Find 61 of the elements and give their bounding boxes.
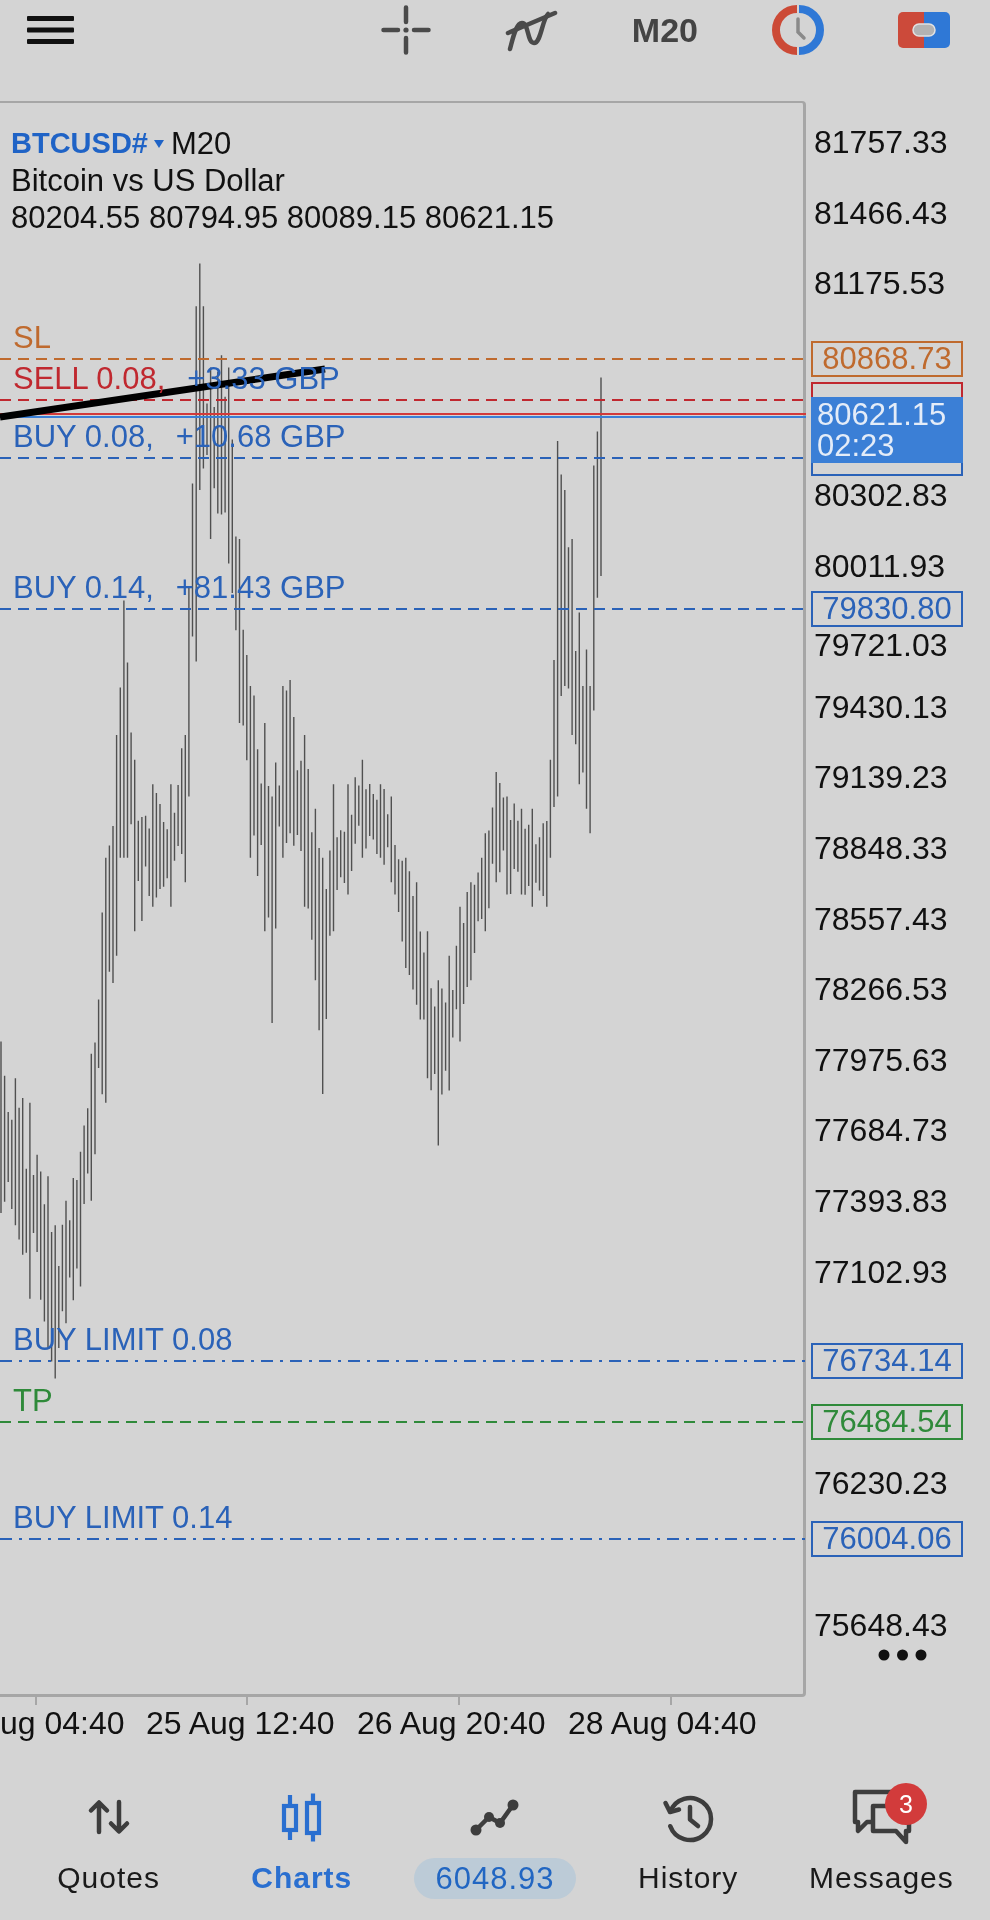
- buy-limit-line[interactable]: [0, 1537, 806, 1541]
- order-label: BUY 0.08,: [13, 419, 154, 455]
- time-axis-label: 28 Aug 04:40: [568, 1705, 757, 1741]
- price-tag: 76734.14: [811, 1343, 963, 1379]
- price-axis-label: 81466.43: [814, 194, 948, 231]
- bar-countdown: 02:23: [817, 430, 895, 461]
- price-axis-label: 78266.53: [814, 971, 948, 1008]
- price-tag: 76484.54: [811, 1404, 963, 1440]
- buy-order-line[interactable]: [0, 456, 806, 460]
- price-axis-label: 77975.63: [814, 1041, 948, 1078]
- symbol-selector[interactable]: BTCUSD#: [11, 125, 164, 162]
- symbol-description: Bitcoin vs US Dollar: [11, 162, 286, 199]
- candlestick-icon: [281, 1792, 323, 1842]
- price-axis-label: 81757.33: [814, 124, 948, 160]
- price-tag: 76004.06: [811, 1521, 963, 1557]
- price-axis-label: 78848.33: [814, 830, 948, 866]
- price-tag: 80868.73: [811, 341, 963, 377]
- price-axis-label: 75648.43: [814, 1606, 948, 1643]
- price-axis-label: 76230.23: [814, 1465, 948, 1502]
- menu-icon[interactable]: [27, 16, 74, 44]
- order-label: TP: [13, 1383, 53, 1419]
- time-axis-label: ug 04:40: [0, 1705, 125, 1741]
- clock-icon[interactable]: [772, 4, 824, 56]
- price-axis-label: 79139.23: [814, 759, 948, 796]
- notification-badge: 3: [884, 1783, 927, 1825]
- ohlc-values: 80204.55 80794.95 80089.15 80621.15: [11, 199, 555, 236]
- caret-icon: [153, 139, 164, 148]
- buy-order-line[interactable]: [0, 607, 806, 611]
- time-axis-label: 26 Aug 20:40: [357, 1705, 546, 1741]
- indicator-icon[interactable]: [504, 8, 558, 52]
- up-down-arrows-icon: [86, 1799, 131, 1835]
- sell-order-line[interactable]: [0, 398, 806, 402]
- order-label: BUY 0.14,: [13, 570, 154, 606]
- order-label: SELL 0.08,: [13, 361, 166, 397]
- price-axis-label: 77102.93: [814, 1253, 948, 1290]
- crosshair-icon[interactable]: [380, 5, 431, 55]
- toggle-icon[interactable]: [898, 12, 950, 48]
- more-icon[interactable]: [878, 1649, 927, 1661]
- timeframe-button[interactable]: M20: [631, 10, 698, 50]
- chart-timeframe: M20: [170, 125, 232, 162]
- current-price: 80621.15: [817, 399, 947, 430]
- price-axis-label: 78557.43: [814, 900, 948, 937]
- price-axis-label: 81175.53: [814, 265, 946, 302]
- price-axis-label: 80302.83: [814, 477, 948, 513]
- price-axis-label: 77684.73: [814, 1112, 948, 1149]
- price-axis-label: 79721.03: [814, 627, 948, 664]
- nav-tab[interactable]: Charts: [205, 1777, 399, 1920]
- buy-limit-line[interactable]: [0, 1359, 806, 1363]
- order-label: SL: [13, 320, 51, 356]
- order-label: BUY LIMIT 0.14: [13, 1500, 233, 1536]
- price-axis-label: 79430.13: [814, 688, 948, 725]
- balance-pill[interactable]: 6048.93: [414, 1858, 576, 1899]
- price-axis-label: 77393.83: [814, 1183, 948, 1219]
- nav-tab[interactable]: Quotes: [12, 1777, 206, 1920]
- price-tag: 79830.80: [811, 591, 963, 627]
- line-chart-icon[interactable]: [469, 1797, 521, 1837]
- price-axis-label: 80011.93: [814, 547, 946, 584]
- time-axis-label: 25 Aug 12:40: [146, 1705, 335, 1741]
- take-profit-line[interactable]: [0, 1420, 806, 1424]
- nav-tab[interactable]: 3 Messages: [784, 1777, 978, 1920]
- nav-tab[interactable]: History: [591, 1777, 785, 1920]
